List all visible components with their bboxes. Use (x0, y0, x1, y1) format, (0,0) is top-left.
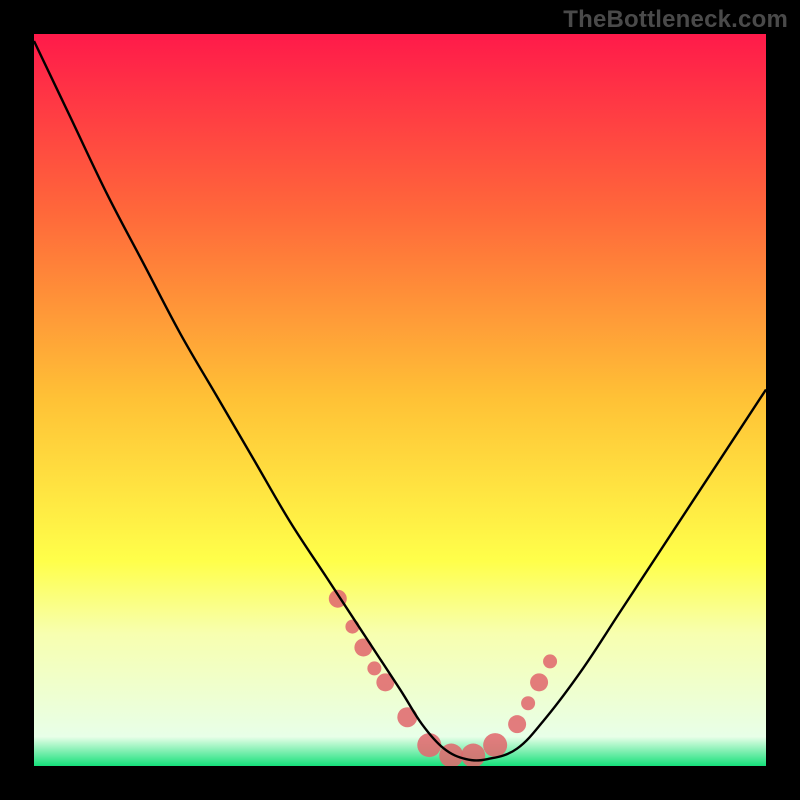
highlight-dot (417, 733, 441, 757)
watermark-text: TheBottleneck.com (563, 6, 788, 34)
chart-frame: TheBottleneck.com (0, 0, 800, 800)
highlight-dot (508, 715, 526, 733)
highlight-dot (543, 654, 557, 668)
highlight-dot (367, 661, 381, 675)
highlight-dot (483, 733, 507, 757)
gradient-background (34, 34, 766, 766)
highlight-dot (397, 707, 417, 727)
chart-svg (34, 34, 766, 766)
highlight-dot (530, 673, 548, 691)
plot-area (34, 34, 766, 766)
highlight-dot (345, 620, 359, 634)
highlight-dot (521, 696, 535, 710)
